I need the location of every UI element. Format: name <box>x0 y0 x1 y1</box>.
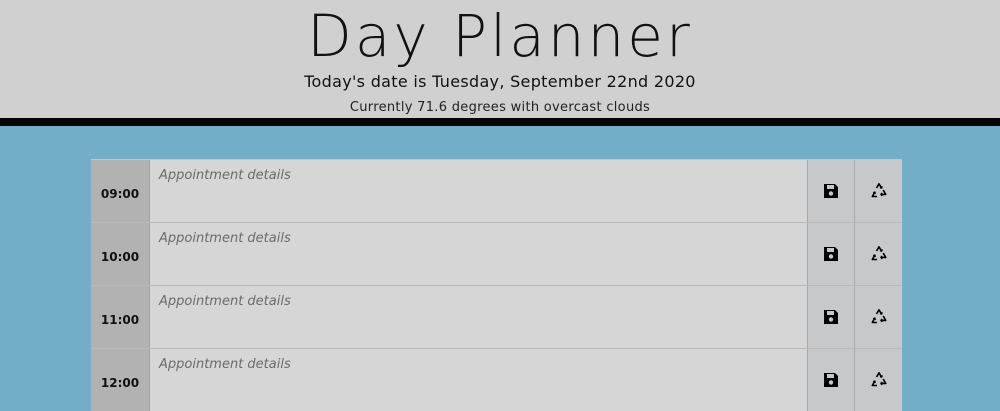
save-button[interactable] <box>808 349 855 411</box>
planner-container: 09:00 10:00 <box>91 159 902 411</box>
hour-label: 11:00 <box>91 286 150 348</box>
current-date-text: Today's date is Tuesday, September 22nd … <box>304 72 696 91</box>
appointment-details-input[interactable] <box>150 286 808 348</box>
clear-button[interactable] <box>855 286 902 348</box>
page-header: Day Planner Today's date is Tuesday, Sep… <box>0 0 1000 126</box>
floppy-disk-icon <box>823 309 839 325</box>
time-block-row: 09:00 <box>91 159 902 222</box>
floppy-disk-icon <box>823 183 839 199</box>
page-title: Day Planner <box>307 2 693 70</box>
appointment-details-input[interactable] <box>150 349 808 411</box>
clear-button[interactable] <box>855 349 902 411</box>
appointment-details-input[interactable] <box>150 160 808 222</box>
recycle-icon <box>869 244 889 264</box>
hour-label: 10:00 <box>91 223 150 285</box>
floppy-disk-icon <box>823 246 839 262</box>
time-block-row: 11:00 <box>91 285 902 348</box>
hour-label: 12:00 <box>91 349 150 411</box>
save-button[interactable] <box>808 160 855 222</box>
hour-label: 09:00 <box>91 160 150 222</box>
time-block-row: 12:00 <box>91 348 902 411</box>
save-button[interactable] <box>808 223 855 285</box>
recycle-icon <box>869 181 889 201</box>
floppy-disk-icon <box>823 372 839 388</box>
clear-button[interactable] <box>855 160 902 222</box>
recycle-icon <box>869 370 889 390</box>
save-button[interactable] <box>808 286 855 348</box>
recycle-icon <box>869 307 889 327</box>
time-block-row: 10:00 <box>91 222 902 285</box>
weather-text: Currently 71.6 degrees with overcast clo… <box>349 100 651 115</box>
appointment-details-input[interactable] <box>150 223 808 285</box>
clear-button[interactable] <box>855 223 902 285</box>
